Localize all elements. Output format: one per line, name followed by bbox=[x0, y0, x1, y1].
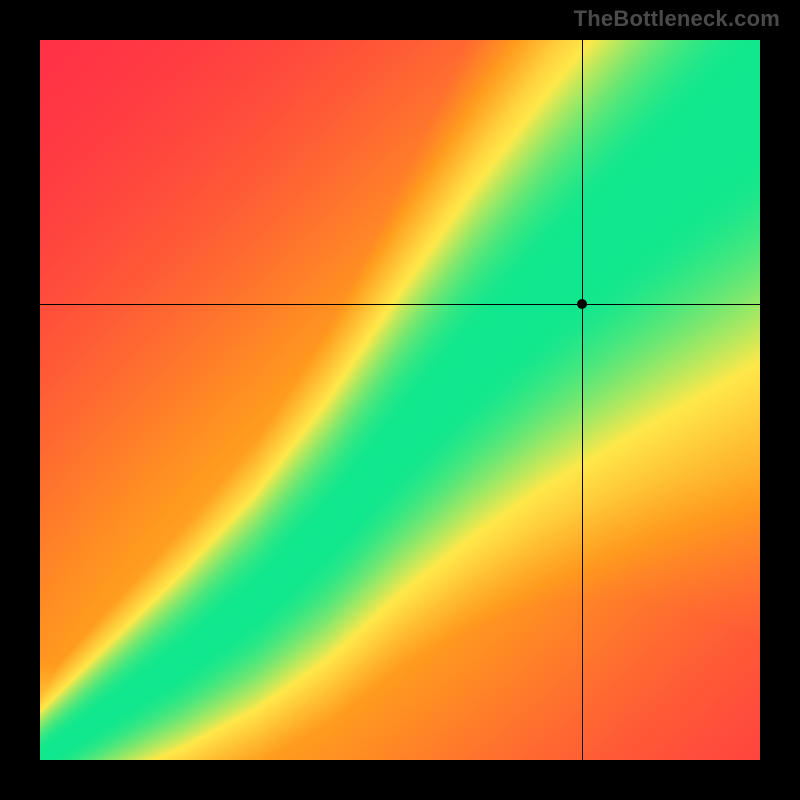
heatmap-canvas bbox=[40, 40, 760, 760]
plot-area bbox=[40, 40, 760, 760]
marker-dot bbox=[577, 299, 587, 309]
brand-watermark: TheBottleneck.com bbox=[574, 6, 780, 32]
chart-frame: TheBottleneck.com bbox=[0, 0, 800, 800]
crosshair-vertical bbox=[582, 40, 583, 760]
crosshair-horizontal bbox=[40, 304, 760, 305]
